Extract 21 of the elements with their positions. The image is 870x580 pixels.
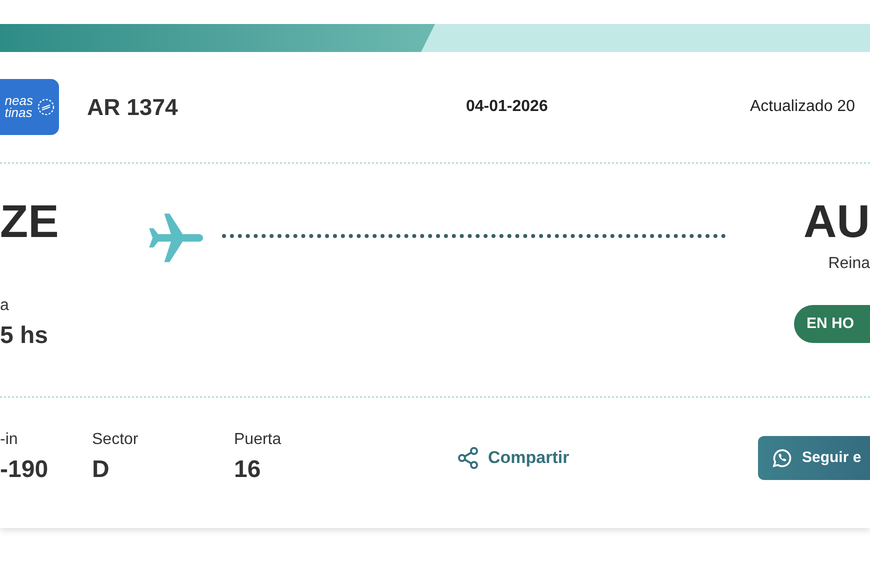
detail-label: Puerta xyxy=(234,430,282,450)
logo-emblem-icon xyxy=(37,98,55,116)
flight-number: AR 1374 xyxy=(87,92,179,122)
detail-value: D xyxy=(92,455,110,485)
share-button[interactable]: Compartir xyxy=(456,445,570,471)
detail-value: -190 xyxy=(0,455,50,485)
destination-code: AU xyxy=(804,198,870,244)
detail-label: Sector xyxy=(92,430,140,450)
updated-text: Actualizado 20 xyxy=(750,97,855,117)
time-value: 5 hs xyxy=(0,321,48,351)
time-label: a xyxy=(0,296,10,316)
destination-city: Reina xyxy=(828,254,870,274)
share-icon xyxy=(456,446,480,470)
logo-text: neas xyxy=(4,95,33,107)
detail-value: 16 xyxy=(234,455,262,485)
status-badge: EN HO xyxy=(794,305,870,343)
origin-code: ZE xyxy=(0,198,60,244)
flight-date: 04-01-2026 xyxy=(466,97,549,117)
follow-button[interactable]: Seguir e xyxy=(758,436,870,480)
detail-label: -in xyxy=(0,430,19,450)
logo-text: tinas xyxy=(4,107,32,119)
